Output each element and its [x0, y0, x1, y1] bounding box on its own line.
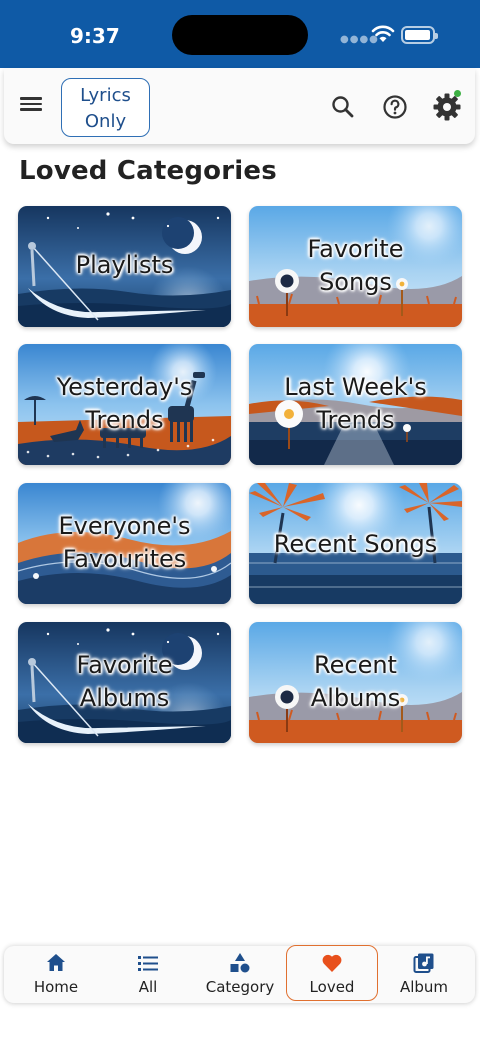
album-icon: [413, 953, 434, 973]
nav-label: Category: [205, 978, 275, 996]
settings-notification-dot: [454, 90, 461, 97]
help-circle-icon[interactable]: [382, 94, 408, 120]
nav-item-album[interactable]: Album: [378, 946, 470, 1003]
nav-item-all[interactable]: All: [102, 946, 194, 1003]
lyrics-only-label-line1: Lyrics: [80, 85, 131, 106]
category-card-everyones-favourites[interactable]: Everyone's Favourites: [18, 483, 231, 604]
bottom-navigation: Home All Category Loved Album: [4, 945, 475, 1003]
category-label: Favorite Songs: [307, 235, 404, 296]
category-card-playlists[interactable]: Playlists: [18, 206, 231, 327]
category-label: Recent Songs: [273, 530, 438, 558]
list-icon: [138, 956, 158, 971]
category-label: Everyone's Favourites: [58, 512, 191, 573]
category-card-favorite-albums[interactable]: Favorite Albums: [18, 622, 231, 743]
status-time: 9:37: [70, 24, 120, 48]
nav-item-loved[interactable]: Loved: [286, 945, 378, 1001]
hamburger-menu-icon[interactable]: [20, 94, 42, 116]
category-label: Last Week's Trends: [284, 373, 427, 434]
nav-label: Loved: [309, 978, 355, 996]
nav-label: All: [138, 978, 158, 996]
search-icon[interactable]: [330, 94, 356, 120]
category-card-favorite-songs[interactable]: Favorite Songs: [249, 206, 462, 327]
dynamic-island: [172, 15, 308, 55]
category-label: Yesterday's Trends: [56, 373, 193, 434]
category-card-recent-albums[interactable]: Recent Albums: [249, 622, 462, 743]
battery-icon: [401, 26, 438, 44]
nav-label: Home: [33, 978, 79, 996]
page-title: Loved Categories: [19, 156, 277, 186]
category-card-last-weeks-trends[interactable]: Last Week's Trends: [249, 344, 462, 465]
home-icon: [47, 954, 65, 971]
shapes-icon: [230, 953, 250, 973]
nav-item-home[interactable]: Home: [10, 946, 102, 1003]
category-label: Favorite Albums: [76, 651, 173, 712]
category-card-yesterdays-trends[interactable]: Yesterday's Trends: [18, 344, 231, 465]
nav-label: Album: [399, 978, 449, 996]
lyrics-only-label-line2: Only: [84, 111, 127, 132]
lyrics-only-toggle[interactable]: Lyrics Only: [61, 78, 150, 137]
status-bar: 9:37 ●●●●: [0, 0, 480, 68]
heart-icon: [322, 954, 342, 972]
nav-item-category[interactable]: Category: [194, 946, 286, 1003]
category-card-recent-songs[interactable]: Recent Songs: [249, 483, 462, 604]
wifi-icon: [371, 25, 395, 42]
category-label: Playlists: [75, 251, 174, 279]
category-label: Recent Albums: [310, 651, 401, 712]
top-toolbar: Lyrics Only: [4, 68, 475, 144]
